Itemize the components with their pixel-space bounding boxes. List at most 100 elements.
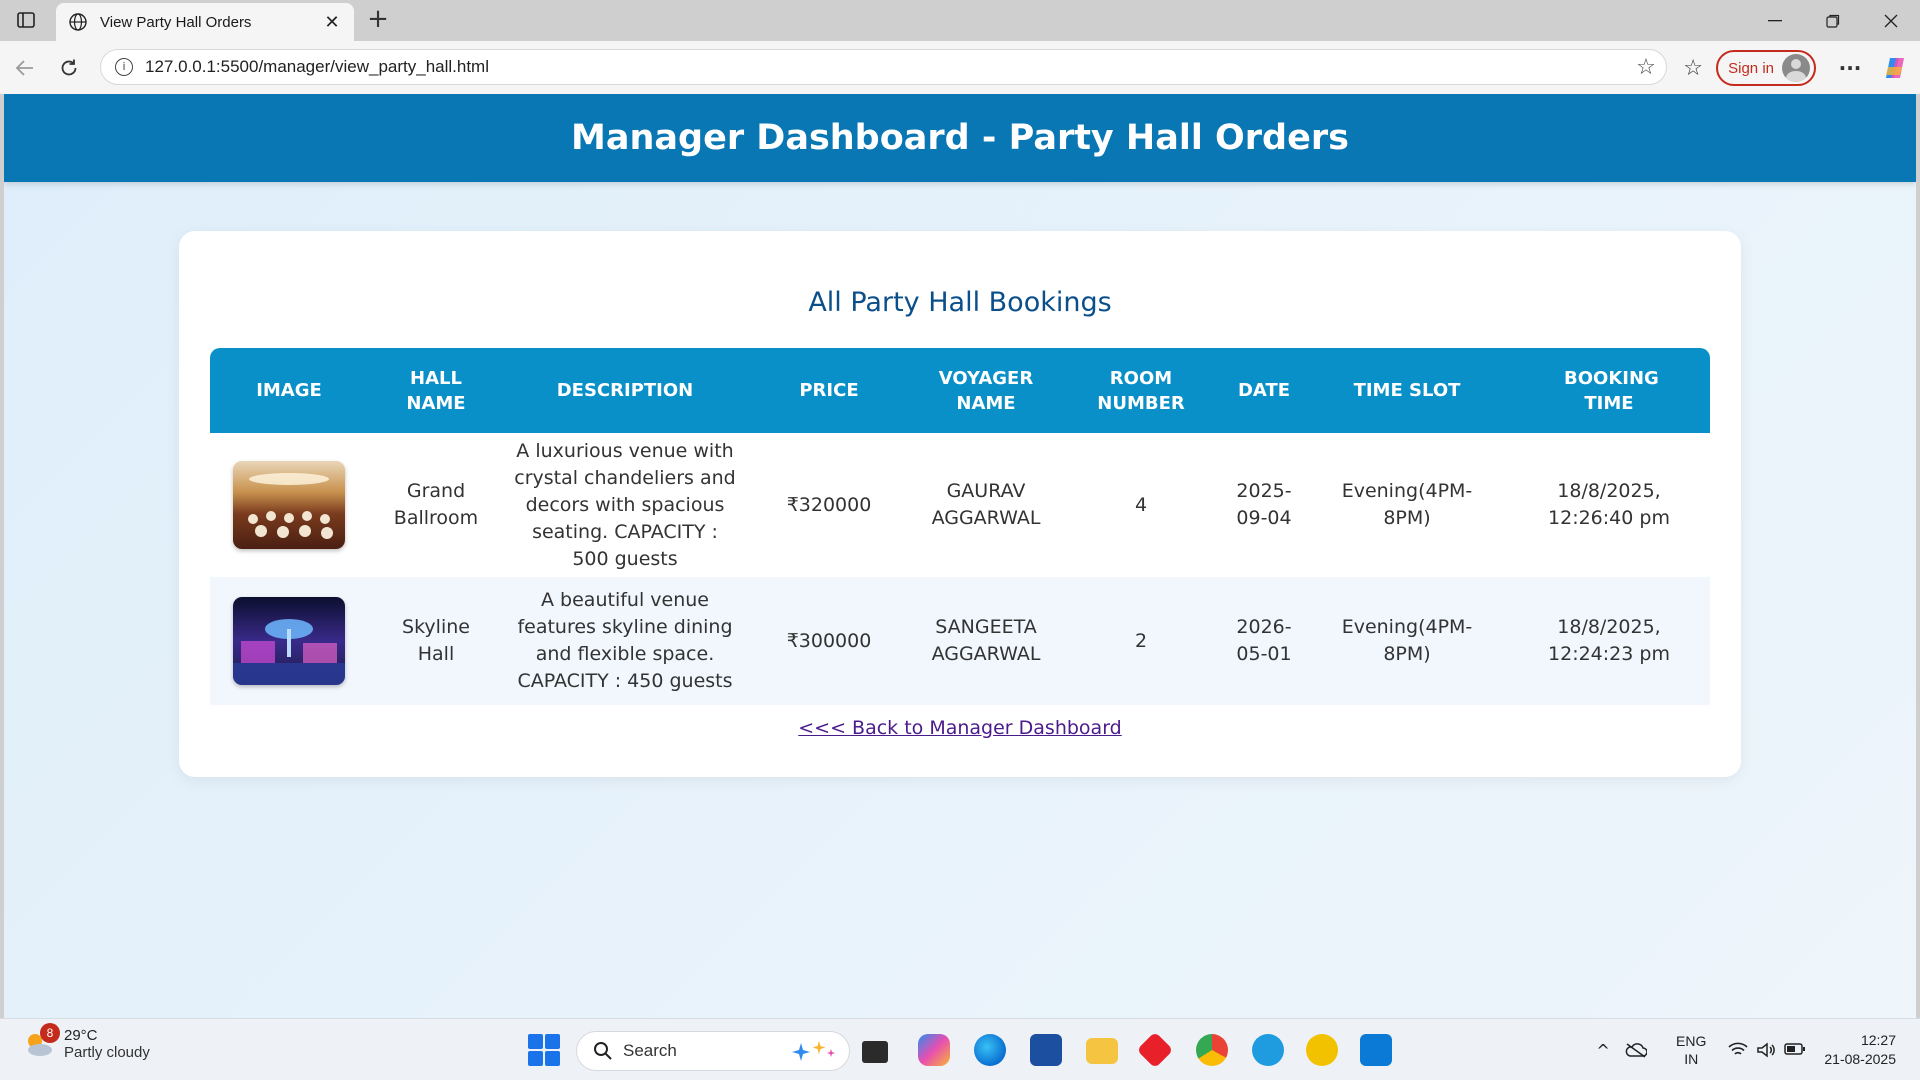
system-tray: ^ ENG IN 12:27 21-08-2025: [1588, 1019, 1920, 1080]
copilot-icon[interactable]: [1870, 55, 1920, 81]
col-header-hall-name-text: HALL NAME: [406, 367, 466, 414]
clock[interactable]: 12:27 21-08-2025: [1824, 1031, 1896, 1069]
cell-hall-name-text: Skyline Hall: [402, 616, 470, 665]
col-header-price: PRICE: [746, 348, 912, 433]
cell-image: [210, 433, 368, 577]
taskbar-search[interactable]: Search: [576, 1031, 850, 1071]
cell-price: ₹320000: [746, 433, 912, 577]
wifi-icon: [1728, 1042, 1748, 1055]
copilot-app-icon[interactable]: [918, 1034, 950, 1066]
chrome-icon[interactable]: [1196, 1034, 1228, 1066]
chevron-up-icon[interactable]: ^: [1588, 1041, 1618, 1060]
tab-title: View Party Hall Orders: [100, 13, 252, 31]
weather-widget[interactable]: 8 29°C Partly cloudy: [22, 1023, 150, 1061]
cell-price: ₹300000: [746, 577, 912, 705]
store-icon[interactable]: [1030, 1034, 1062, 1066]
window-controls: [1746, 0, 1920, 41]
clock-time: 12:27: [1860, 1032, 1896, 1048]
cell-voyager-name: SANGEETA AGGARWAL: [912, 577, 1060, 705]
lang-line1: ENG: [1676, 1033, 1707, 1049]
app-yellow-p-icon[interactable]: [1306, 1034, 1338, 1066]
cell-description: A luxurious venue with crystal chandelie…: [504, 433, 746, 577]
reload-icon[interactable]: [54, 53, 84, 83]
col-header-room-number: ROOM NUMBER: [1060, 348, 1222, 433]
sparkle-icon: [792, 1041, 835, 1061]
address-bar[interactable]: i 127.0.0.1:5500/manager/view_party_hall…: [100, 49, 1667, 85]
cell-room-number: 2: [1060, 577, 1222, 705]
col-header-image: IMAGE: [210, 348, 368, 433]
sign-in-button[interactable]: Sign in: [1716, 50, 1816, 86]
col-header-room-number-text: ROOM NUMBER: [1097, 367, 1185, 414]
battery-icon: [1784, 1043, 1806, 1055]
windows-start-icon[interactable]: [528, 1034, 560, 1066]
cell-booking-time: 18/8/2025, 12:24:23 pm: [1508, 577, 1710, 705]
cell-date-text: 2025-09-04: [1236, 480, 1292, 529]
cell-time-slot: Evening(4PM-8PM): [1306, 433, 1508, 577]
vscode-icon[interactable]: [1360, 1034, 1392, 1066]
back-link-wrapper: <<< Back to Manager Dashboard: [179, 717, 1741, 739]
onedrive-icon[interactable]: [1618, 1042, 1654, 1058]
cell-image: [210, 577, 368, 705]
restore-icon[interactable]: [1804, 0, 1862, 41]
edge-icon[interactable]: [974, 1034, 1006, 1066]
ballroom-photo: [233, 461, 345, 549]
favorites-icon[interactable]: ☆: [1670, 56, 1716, 81]
col-header-date: DATE: [1222, 348, 1306, 433]
partly-cloudy-icon: 8: [22, 1023, 60, 1061]
cell-time-slot: Evening(4PM-8PM): [1306, 577, 1508, 705]
bookings-card: All Party Hall Bookings IMAGE HALL NAME …: [179, 231, 1741, 777]
table-row: Grand Ballroom A luxurious venue with cr…: [210, 433, 1710, 577]
back-arrow-icon[interactable]: [10, 53, 40, 83]
bookings-table: IMAGE HALL NAME DESCRIPTION PRICE VOYAGE…: [210, 348, 1710, 705]
close-window-icon[interactable]: [1862, 0, 1920, 41]
page-title: Manager Dashboard - Party Hall Orders: [571, 118, 1349, 158]
card-title: All Party Hall Bookings: [808, 287, 1112, 318]
col-header-voyager-name-text: VOYAGER NAME: [938, 367, 1034, 414]
site-info-icon[interactable]: i: [115, 58, 133, 76]
tab-close-icon[interactable]: ✕: [322, 12, 342, 33]
cell-hall-name: Skyline Hall: [368, 577, 504, 705]
cell-voyager-name: GAURAV AGGARWAL: [912, 433, 1060, 577]
avatar: [1782, 54, 1810, 82]
taskbar: 8 29°C Partly cloudy Search ^ ENG IN 12:…: [0, 1018, 1920, 1080]
clock-date: 21-08-2025: [1824, 1051, 1896, 1067]
minimize-icon[interactable]: [1746, 0, 1804, 41]
page-viewport: Manager Dashboard - Party Hall Orders Al…: [4, 94, 1916, 1018]
url-text: 127.0.0.1:5500/manager/view_party_hall.h…: [145, 57, 489, 76]
cell-date: 2026-05-01: [1222, 577, 1306, 705]
new-tab-button[interactable]: +: [364, 6, 392, 34]
app-blue-icon[interactable]: [1252, 1034, 1284, 1066]
cell-room-number: 4: [1060, 433, 1222, 577]
cell-time-slot-text: Evening(4PM-8PM): [1341, 616, 1473, 665]
weather-badge: 8: [40, 1023, 60, 1043]
toolbar-right: ☆ Sign in ···: [1670, 49, 1920, 87]
app-red-diamond-icon[interactable]: [1136, 1031, 1174, 1069]
table-header-row: IMAGE HALL NAME DESCRIPTION PRICE VOYAGE…: [210, 348, 1710, 433]
temperature: 29°C: [64, 1027, 98, 1044]
sign-in-label: Sign in: [1728, 59, 1774, 77]
task-view-icon[interactable]: [862, 1041, 888, 1063]
cell-booking-time: 18/8/2025, 12:26:40 pm: [1508, 433, 1710, 577]
col-header-voyager-name: VOYAGER NAME: [912, 348, 1060, 433]
col-header-booking-time-text: BOOKING TIME: [1564, 367, 1659, 414]
quick-settings[interactable]: [1728, 1042, 1806, 1058]
col-header-hall-name: HALL NAME: [368, 348, 504, 433]
tab-actions-icon[interactable]: [10, 8, 42, 32]
back-to-dashboard-link[interactable]: <<< Back to Manager Dashboard: [798, 717, 1121, 739]
browser-toolbar: i 127.0.0.1:5500/manager/view_party_hall…: [0, 41, 1920, 94]
skyline-hall-photo: [233, 597, 345, 685]
menu-more-icon[interactable]: ···: [1830, 56, 1870, 80]
language-indicator[interactable]: ENG IN: [1676, 1032, 1706, 1068]
star-icon[interactable]: ☆: [1626, 55, 1666, 80]
col-header-description: DESCRIPTION: [504, 348, 746, 433]
file-explorer-icon[interactable]: [1086, 1038, 1118, 1064]
col-header-time-slot: TIME SLOT: [1306, 348, 1508, 433]
search-label: Search: [623, 1041, 677, 1060]
browser-tab[interactable]: View Party Hall Orders ✕: [56, 3, 354, 41]
search-icon: [594, 1042, 612, 1060]
volume-icon: [1757, 1042, 1776, 1058]
cell-hall-name: Grand Ballroom: [368, 433, 504, 577]
col-header-booking-time: BOOKING TIME: [1508, 348, 1710, 433]
cell-time-slot-text: Evening(4PM-8PM): [1341, 480, 1473, 529]
table-row: Skyline Hall A beautiful venue features …: [210, 577, 1710, 705]
